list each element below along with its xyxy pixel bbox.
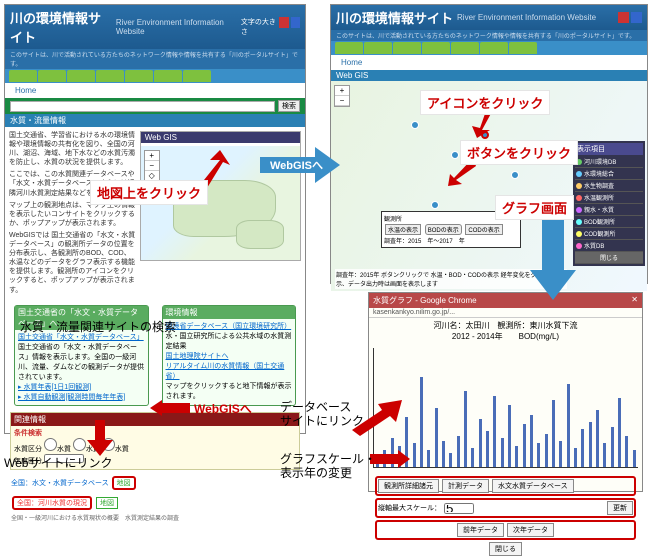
bar — [515, 446, 518, 467]
prev-year-button[interactable]: 前年データ — [457, 523, 504, 537]
bar — [479, 419, 482, 467]
station-pin[interactable] — [411, 121, 419, 129]
bar-chart — [373, 348, 638, 468]
tab-db[interactable]: 水文水質データベース — [492, 479, 574, 493]
site-header-2: 川の環境情報サイト River Environment Information … — [331, 5, 647, 30]
update-button[interactable]: 更新 — [607, 501, 633, 515]
bar — [457, 436, 460, 467]
left-browser-panel: 川の環境情報サイト River Environment Information … — [4, 4, 306, 434]
home-link[interactable]: Home — [10, 85, 41, 96]
status-chip[interactable]: 全国：河川水質の現況 — [12, 496, 92, 510]
bar — [464, 391, 467, 467]
close-layers[interactable]: 閉じる — [575, 252, 643, 264]
bar — [545, 434, 548, 467]
layer-panel: 表示項目 河川環境DB 水環境総合 水生物調査 水温観測所 親水・水質 BOD観… — [573, 141, 645, 266]
bar — [618, 398, 621, 467]
bar — [581, 429, 584, 467]
bar — [420, 377, 423, 467]
bar — [603, 443, 606, 467]
bar — [611, 427, 614, 467]
bar — [442, 441, 445, 467]
map-button-2[interactable]: 地図 — [96, 497, 118, 509]
annot-db-link: データベース サイトにリンク — [280, 400, 364, 429]
map-button-1[interactable]: 地図 — [112, 476, 136, 490]
next-year-button[interactable]: 次年データ — [507, 523, 554, 537]
annot-scale-change: グラフスケール・ 表示年の変更 — [280, 452, 376, 481]
env-info-box: 環境情報 環境省データベース（国立環境研究所） 水・国立研究所による公共水域の水… — [162, 305, 297, 406]
callout-map-click: 地図上をクリック — [90, 180, 208, 205]
webgis-header: Web GIS — [141, 132, 300, 143]
bar — [633, 450, 636, 467]
breadcrumb: 水質・流量情報 — [5, 114, 305, 127]
zoom-control[interactable]: +− — [334, 85, 350, 107]
bar — [449, 453, 452, 467]
callout-graph-screen: グラフ画面 — [495, 195, 574, 220]
close-button[interactable]: 閉じる — [489, 542, 522, 556]
callout-icon-click: アイコンをクリック — [420, 90, 550, 115]
bar — [508, 405, 511, 467]
bar — [589, 422, 592, 467]
bar — [427, 450, 430, 467]
site-subtitle: River Environment Information Website — [116, 18, 237, 36]
description-text: 国土交通省、学習省における水の環境情報や環境情報の共有化を図り、全国の河川、湖沼… — [9, 131, 136, 298]
bar — [486, 431, 489, 467]
annot-website-link: Webサイトにリンク — [4, 456, 112, 470]
map-zoom-control[interactable]: +−◇ — [144, 150, 160, 182]
textsize-icon[interactable] — [618, 12, 629, 23]
bar — [493, 396, 496, 467]
temp-button[interactable]: 水温の表示 — [385, 224, 421, 235]
bar — [413, 443, 416, 467]
bar — [625, 436, 628, 467]
bar — [501, 438, 504, 467]
bar — [559, 441, 562, 467]
bar — [523, 424, 526, 467]
search-bar: 検索 — [5, 98, 305, 114]
bar — [574, 448, 577, 467]
annot-search-sites: 水質・流量関連サイトの検索 — [20, 320, 176, 334]
graph-titlebar: 水質グラフ - Google Chrome✕ — [369, 293, 642, 308]
tab-station-detail[interactable]: 観測所詳細諸元 — [378, 479, 439, 493]
bar — [435, 408, 438, 468]
bar — [530, 415, 533, 467]
bar — [567, 384, 570, 467]
tab-measure-data[interactable]: 計測データ — [442, 479, 489, 493]
category-tabs — [5, 69, 305, 83]
bar — [471, 448, 474, 467]
close-icon[interactable]: ✕ — [631, 295, 638, 306]
site-desc: このサイトは、川で活動されている方たちのネットワーク情報や情報を共有する「川のポ… — [5, 49, 305, 69]
scale-input[interactable] — [444, 503, 474, 514]
cod-button[interactable]: CODの表示 — [465, 224, 502, 235]
bar — [552, 400, 555, 467]
callout-to-webgis: WebGISへ — [264, 155, 329, 175]
bar — [596, 410, 599, 467]
bar — [537, 443, 540, 467]
site-title: 川の環境情報サイト — [10, 8, 112, 46]
tab-item[interactable] — [9, 70, 37, 82]
textsize-large-icon[interactable] — [279, 17, 288, 28]
bod-button[interactable]: BODの表示 — [425, 224, 462, 235]
textsize-small-icon[interactable] — [291, 17, 300, 28]
keyword-input[interactable] — [10, 101, 275, 112]
header-tools: 文字の大きさ — [241, 17, 300, 37]
search-button[interactable]: 検索 — [278, 100, 300, 112]
callout-button-click: ボタンをクリック — [460, 140, 578, 165]
annot-to-webgis-2: WebGISへ — [188, 398, 258, 419]
db-chip-label[interactable]: 全国：水文・水質データベース — [11, 480, 109, 487]
site-header: 川の環境情報サイト River Environment Information … — [5, 5, 305, 49]
graph-title: 河川名：太田川 観測所：東川水質下流 2012 - 2014年 BOD(mg/L… — [369, 318, 642, 344]
